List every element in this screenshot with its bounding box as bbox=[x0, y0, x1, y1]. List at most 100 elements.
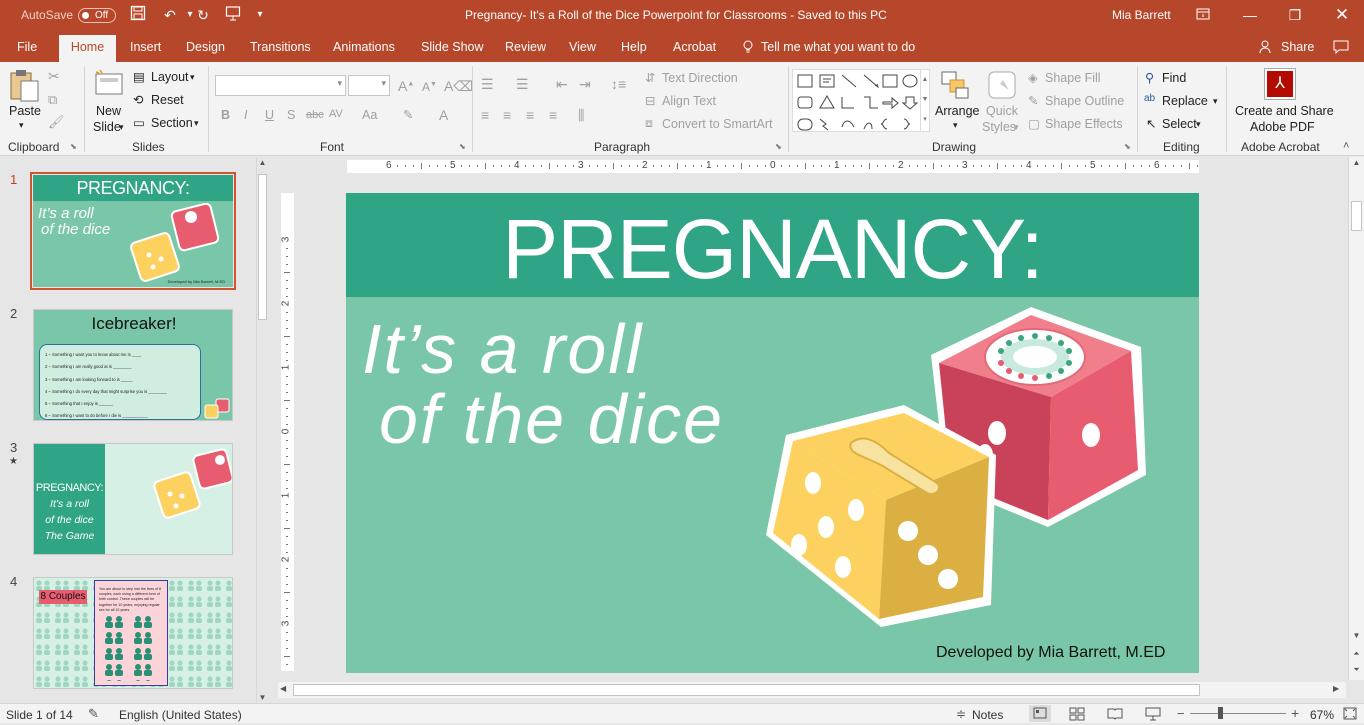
align-right-icon[interactable]: ≡ bbox=[526, 107, 534, 123]
numbering-icon[interactable]: ☰ bbox=[516, 76, 529, 93]
slide-credit[interactable]: Developed by Mia Barrett, M.ED bbox=[936, 644, 1165, 662]
zoom-slider[interactable] bbox=[1190, 713, 1286, 714]
select-icon[interactable]: ↖ bbox=[1146, 116, 1156, 131]
tab-design[interactable]: Design bbox=[186, 40, 225, 54]
paste-dropdown-icon[interactable]: ▾ bbox=[19, 120, 24, 131]
autosave-toggle[interactable]: Off bbox=[78, 8, 116, 23]
increase-indent-icon[interactable]: ⇥ bbox=[579, 76, 591, 93]
layout-button[interactable]: Layout bbox=[151, 70, 189, 84]
slide-thumbnail-1[interactable]: PREGNANCY: It’s a roll of the dice Devel… bbox=[33, 175, 233, 287]
find-button[interactable]: Find bbox=[1162, 71, 1186, 85]
shape-fill-button[interactable]: Shape Fill bbox=[1045, 71, 1101, 85]
slide-subtitle-1[interactable]: It’s a roll bbox=[362, 309, 643, 389]
italic-button[interactable]: I bbox=[244, 108, 247, 122]
undo-icon[interactable]: ↶ bbox=[160, 5, 180, 25]
tab-transitions[interactable]: Transitions bbox=[250, 40, 311, 54]
text-direction-icon[interactable]: ⇵ bbox=[645, 70, 655, 85]
font-color-icon[interactable]: A bbox=[439, 107, 448, 123]
arrange-dropdown-icon[interactable]: ▾ bbox=[953, 120, 958, 131]
reset-button[interactable]: Reset bbox=[151, 93, 184, 107]
slide-title[interactable]: PREGNANCY: bbox=[346, 204, 1199, 294]
shape-outline-button[interactable]: Shape Outline bbox=[1045, 94, 1124, 108]
clear-formatting-icon[interactable]: A⌫ bbox=[444, 78, 473, 95]
bold-button[interactable]: B bbox=[221, 108, 230, 122]
slide-scroll-thumb[interactable] bbox=[1351, 201, 1362, 231]
replace-button[interactable]: Replace bbox=[1162, 94, 1208, 108]
tab-help[interactable]: Help bbox=[621, 40, 647, 54]
tab-insert[interactable]: Insert bbox=[130, 40, 161, 54]
align-left-icon[interactable]: ≡ bbox=[481, 107, 489, 123]
text-direction-button[interactable]: Text Direction bbox=[662, 71, 738, 85]
user-name[interactable]: Mia Barrett bbox=[1112, 8, 1171, 22]
align-text-icon[interactable]: ⊟ bbox=[645, 93, 655, 108]
reading-view-icon[interactable] bbox=[1106, 705, 1124, 725]
thumbnail-scroll-thumb[interactable] bbox=[258, 174, 267, 320]
zoom-level[interactable]: 67% bbox=[1310, 708, 1334, 722]
tab-review[interactable]: Review bbox=[505, 40, 546, 54]
arrange-icon[interactable] bbox=[940, 70, 970, 103]
shape-effects-button[interactable]: Shape Effects bbox=[1045, 117, 1123, 131]
comments-icon[interactable] bbox=[1333, 40, 1349, 57]
arrange-button[interactable]: Arrange bbox=[935, 104, 979, 118]
slide-thumbnail-2[interactable]: Icebreaker! 1 – Something I want you to … bbox=[33, 309, 233, 421]
horizontal-ruler[interactable]: 6 5 4 3 2 1 0 1 2 3 4 5 6 bbox=[347, 160, 1199, 173]
cut-icon[interactable]: ✂ bbox=[48, 68, 60, 85]
new-slide-label[interactable]: New bbox=[96, 104, 121, 118]
minimize-icon[interactable]: — bbox=[1240, 5, 1260, 25]
align-center-icon[interactable]: ≡ bbox=[503, 107, 511, 123]
slide-canvas[interactable]: PREGNANCY: It’s a roll of the dice Devel… bbox=[346, 193, 1199, 673]
dice-illustration[interactable] bbox=[761, 305, 1156, 635]
thumbnail-scrollbar[interactable]: ▲ ▼ bbox=[256, 158, 268, 702]
tab-animations[interactable]: Animations bbox=[333, 40, 395, 54]
format-painter-icon[interactable]: 🖌 bbox=[48, 114, 65, 130]
quick-styles-button[interactable]: Styles bbox=[982, 120, 1016, 134]
increase-font-icon[interactable]: A▲ bbox=[398, 78, 414, 94]
decrease-font-icon[interactable]: A▼ bbox=[422, 80, 437, 94]
start-presentation-icon[interactable] bbox=[223, 5, 243, 25]
char-spacing-button[interactable]: AV bbox=[329, 108, 343, 120]
zoom-out-icon[interactable]: − bbox=[1177, 706, 1185, 721]
section-icon[interactable]: ▭ bbox=[133, 115, 145, 130]
section-button[interactable]: Section bbox=[151, 116, 193, 130]
underline-button[interactable]: U bbox=[265, 108, 274, 122]
strikethrough-button[interactable]: abc bbox=[306, 109, 324, 121]
new-slide-dropdown-icon[interactable]: ▾ bbox=[119, 122, 124, 133]
paste-icon[interactable] bbox=[8, 68, 40, 107]
drawing-launcher-icon[interactable]: ⬊ bbox=[1124, 142, 1131, 151]
section-dropdown-icon[interactable]: ▾ bbox=[194, 118, 199, 129]
slide-vertical-scrollbar[interactable]: ▲ ▼ ⏶ ⏷ bbox=[1348, 157, 1364, 680]
ribbon-display-options-icon[interactable] bbox=[1193, 5, 1213, 25]
select-button[interactable]: Select bbox=[1162, 117, 1197, 131]
horizontal-scroll-thumb[interactable] bbox=[293, 684, 1200, 696]
convert-smartart-button[interactable]: Convert to SmartArt bbox=[662, 117, 772, 131]
vertical-ruler[interactable]: 3 2 1 0 1 2 3 bbox=[280, 193, 294, 671]
layout-icon[interactable]: ▤ bbox=[133, 69, 145, 84]
smartart-icon[interactable]: ⧈ bbox=[645, 116, 653, 131]
save-icon[interactable] bbox=[128, 5, 148, 25]
text-shadow-button[interactable]: S bbox=[287, 108, 295, 122]
notes-icon[interactable]: ≑ bbox=[956, 707, 966, 721]
replace-dropdown-icon[interactable]: ▾ bbox=[1213, 96, 1218, 107]
zoom-in-icon[interactable]: + bbox=[1291, 705, 1299, 721]
justify-icon[interactable]: ≡ bbox=[549, 107, 557, 123]
zoom-slider-thumb[interactable] bbox=[1218, 707, 1223, 719]
tab-acrobat[interactable]: Acrobat bbox=[673, 40, 716, 54]
copy-icon[interactable]: ⧉ bbox=[48, 92, 57, 108]
new-slide-button[interactable]: Slide bbox=[93, 120, 121, 134]
quick-styles-label[interactable]: Quick bbox=[986, 104, 1018, 118]
collapse-ribbon-icon[interactable]: ˄ bbox=[1343, 140, 1349, 152]
quick-styles-icon[interactable] bbox=[987, 70, 1017, 103]
font-name-input[interactable]: ▾ bbox=[215, 75, 346, 96]
tab-slide-show[interactable]: Slide Show bbox=[421, 40, 484, 54]
paragraph-launcher-icon[interactable]: ⬊ bbox=[775, 142, 782, 151]
normal-view-icon[interactable] bbox=[1029, 705, 1051, 722]
slide-thumbnail-4[interactable]: 8 Couples You are about to step into the… bbox=[33, 577, 233, 689]
share-icon[interactable] bbox=[1259, 40, 1273, 57]
slide-thumbnail-3[interactable]: PREGNANCY: It’s a roll of the dice The G… bbox=[33, 443, 233, 555]
slide-show-icon[interactable] bbox=[1144, 705, 1162, 725]
redo-icon[interactable]: ↻ bbox=[193, 5, 213, 25]
slide-subtitle-2[interactable]: of the dice bbox=[379, 379, 724, 459]
find-icon[interactable]: ⚲ bbox=[1145, 70, 1154, 85]
reset-icon[interactable]: ⟲ bbox=[133, 92, 143, 107]
shape-fill-icon[interactable]: ◈ bbox=[1028, 70, 1038, 85]
